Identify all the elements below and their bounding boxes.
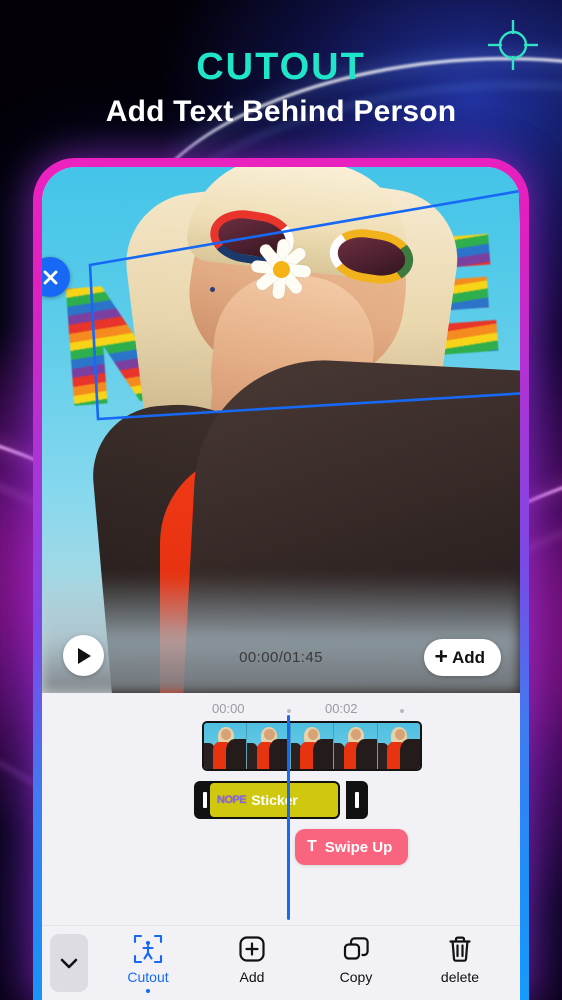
tool-cutout[interactable]: Cutout [110,934,186,993]
crosshair-target-icon [486,18,540,77]
tool-label: Cutout [127,969,169,985]
promo-header: CUTOUT Add Text Behind Person [0,0,562,160]
video-preview-canvas[interactable]: N O P E [42,167,520,693]
phone-screen: N O P E [42,167,520,1000]
plus-icon: + [434,643,448,669]
trash-icon [449,936,471,962]
text-clip-swipe-up[interactable]: T Swipe Up [295,829,409,865]
ruler-tick-label: 00:00 [212,701,245,716]
text-clip-label: Swipe Up [324,838,393,856]
timeline-ruler[interactable]: 00:00 00:02 [42,693,520,723]
timeline-panel[interactable]: 00:00 00:02 NOPE Sticker T Swipe Up [42,693,520,933]
trim-handle-right[interactable] [346,781,368,819]
page-subtitle: Add Text Behind Person [105,95,457,128]
filmstrip-frame [334,723,378,769]
tool-label: delete [440,969,480,985]
filmstrip-frame [377,723,420,769]
filmstrip-frame [204,723,248,769]
tool-copy[interactable]: Copy [318,934,394,985]
plus-square-icon [239,936,265,962]
sticker-clip-label: Sticker [251,792,298,808]
sticker-clip-thumbnail: NOPE [217,794,247,806]
lens-right [325,224,418,289]
collapse-panel-button[interactable] [50,934,88,992]
editor-toolbar: Cutout Add Copy delete [42,925,520,1000]
text-t-icon: T [307,838,317,855]
ruler-tick-label: 00:02 [325,701,358,716]
sticker-clip[interactable]: NOPE Sticker [208,781,340,819]
timeline-playhead[interactable] [287,715,290,920]
ruler-tick-dot [287,709,291,713]
video-track-filmstrip[interactable] [202,721,422,771]
add-media-button[interactable]: + Add [423,639,501,676]
ruler-tick-dot [400,709,404,713]
tool-add[interactable]: Add [214,934,290,985]
page-title: CUTOUT [196,46,366,88]
chevron-down-icon [60,958,78,968]
filmstrip-frame [247,723,291,769]
active-indicator-dot [146,989,150,993]
daisy-flower [245,236,317,303]
sticker-track[interactable]: NOPE Sticker [194,781,368,819]
tool-label: Add [239,969,265,985]
person-cutout-icon [133,934,163,964]
filmstrip-frame [290,723,335,769]
phone-mockup: N O P E [33,158,529,1000]
earring [210,287,215,292]
copy-duplicate-icon [343,937,369,960]
add-media-label: Add [451,647,485,667]
tool-label: Copy [339,969,373,985]
tool-delete[interactable]: delete [422,934,498,985]
